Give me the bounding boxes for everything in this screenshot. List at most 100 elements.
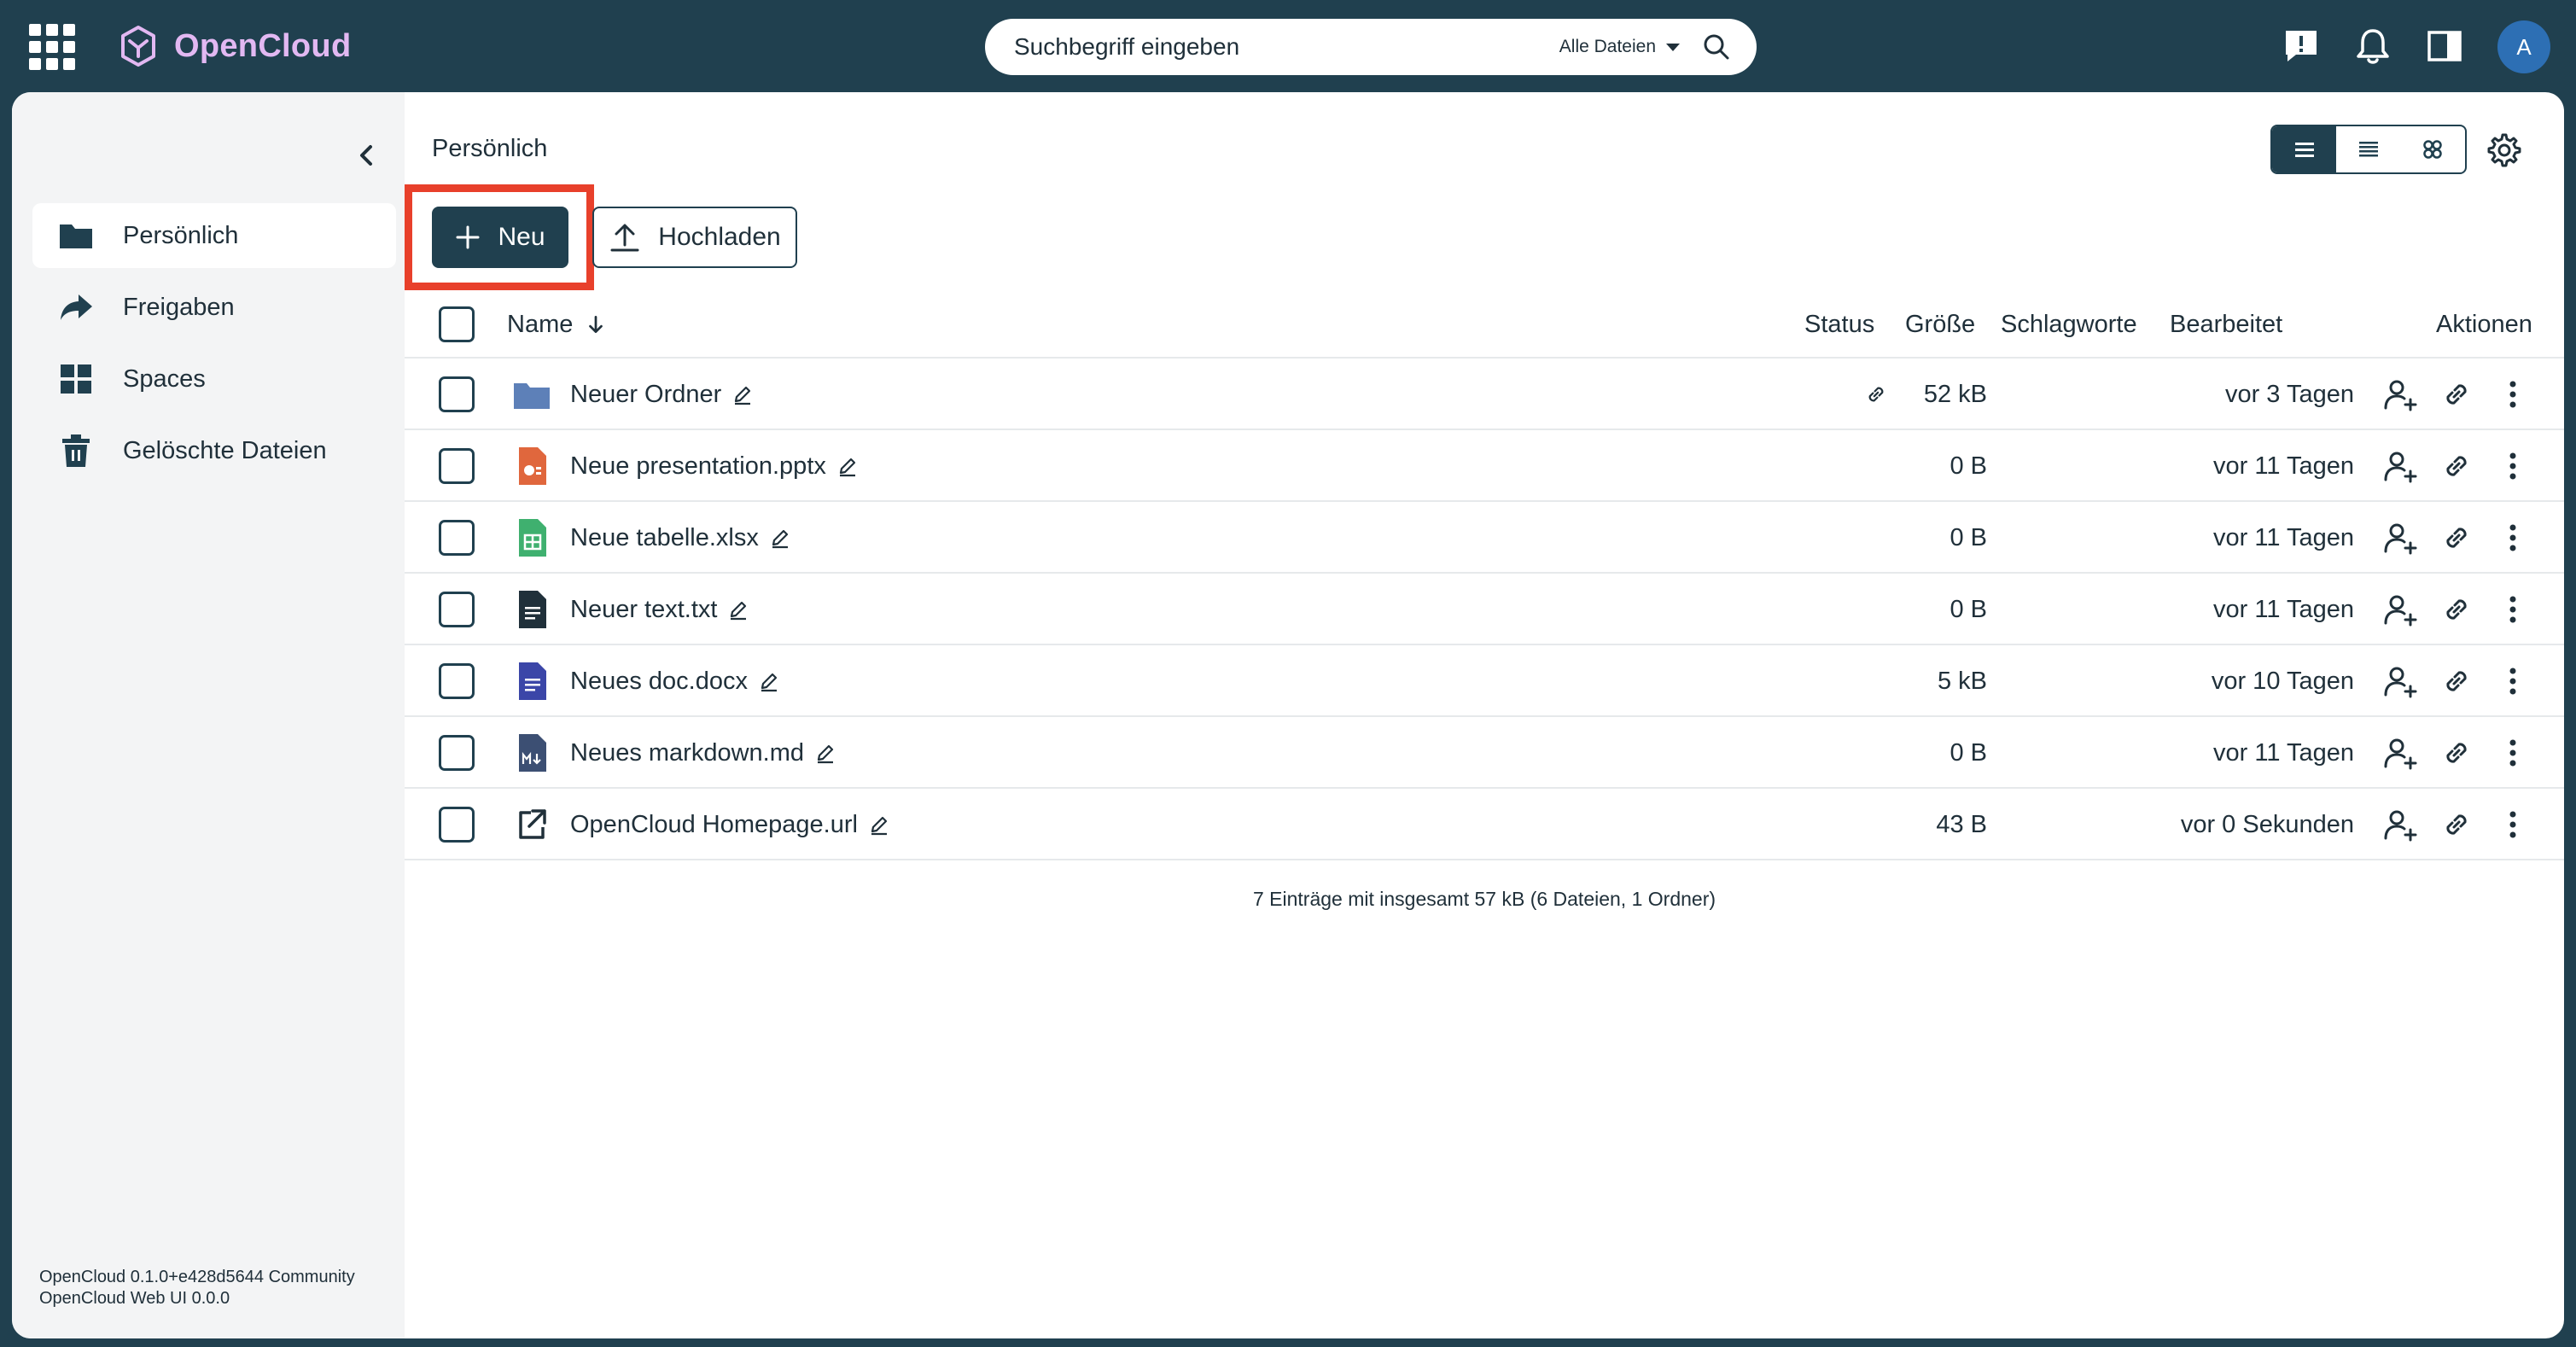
file-name-cell: Neue tabelle.xlsx [512,502,791,574]
column-label: Status [1804,310,1875,338]
row-select-cell [439,359,475,430]
rename-pencil-icon[interactable] [758,670,780,692]
copy-link-button[interactable] [2438,519,2475,557]
sidebar-item-spaces[interactable]: Spaces [32,347,396,411]
settings-gear-icon[interactable] [2486,131,2523,169]
column-size-header[interactable]: Größe [1905,290,1975,359]
more-actions-button[interactable] [2494,519,2532,557]
share-button[interactable] [2381,376,2419,413]
copy-link-button[interactable] [2438,376,2475,413]
file-size: 0 B [1949,523,1987,551]
copy-link-button[interactable] [2438,662,2475,700]
more-actions-button[interactable] [2494,734,2532,772]
search-scope-dropdown[interactable]: Alle Dateien [1559,37,1680,57]
more-actions-button[interactable] [2494,447,2532,485]
rename-pencil-icon[interactable] [814,742,836,764]
add-user-icon [2384,667,2417,698]
file-name[interactable]: Neue presentation.pptx [570,452,826,481]
column-actions-header: Aktionen [2436,290,2532,359]
column-status-header[interactable]: Status [1804,290,1874,359]
file-name[interactable]: OpenCloud Homepage.url [570,811,858,839]
rename-pencil-icon[interactable] [836,455,859,477]
copy-link-button[interactable] [2438,734,2475,772]
modified-cell: vor 3 Tagen [2163,359,2354,430]
copy-link-button[interactable] [2438,591,2475,628]
table-row[interactable]: Neue presentation.pptx 0 B vor 11 Tagen [405,430,2564,502]
rename-pencil-icon[interactable] [731,383,754,405]
more-actions-button[interactable] [2494,376,2532,413]
file-name[interactable]: Neues markdown.md [570,739,804,767]
condensed-list-icon [2358,142,2378,157]
search-bar: Alle Dateien [985,19,1757,75]
new-button[interactable]: Neu [432,207,568,268]
share-button[interactable] [2381,662,2419,700]
file-size: 43 B [1936,810,1987,838]
row-checkbox[interactable] [439,448,475,484]
row-checkbox[interactable] [439,735,475,771]
search-input[interactable] [1014,33,1559,61]
list-view-icon [2294,143,2314,157]
row-checkbox[interactable] [439,592,475,627]
share-button[interactable] [2381,519,2419,557]
rename-pencil-icon[interactable] [727,598,749,621]
more-actions-button[interactable] [2494,591,2532,628]
file-name[interactable]: Neues doc.docx [570,668,748,696]
sidebar-item-personal[interactable]: Persönlich [32,203,396,268]
table-row[interactable]: OpenCloud Homepage.url 43 B vor 0 Sekund… [405,789,2564,860]
rename-pencil-icon[interactable] [868,813,890,836]
view-condensed-button[interactable] [2336,126,2400,172]
column-tags-header[interactable]: Schlagworte [2001,290,2137,359]
view-list-button[interactable] [2272,126,2337,172]
upload-button[interactable]: Hochladen [592,207,797,268]
text-file-icon [519,591,546,628]
copy-link-button[interactable] [2438,806,2475,843]
version-info: OpenCloud 0.1.0+e428d5644 Community Open… [39,1267,355,1309]
size-cell: 0 B [1890,502,1987,574]
table-row[interactable]: Neuer Ordner 52 kB vor 3 Tagen [405,359,2564,430]
more-actions-button[interactable] [2494,806,2532,843]
user-avatar[interactable]: A [2497,20,2550,73]
status-link-indicator[interactable] [1862,381,1890,408]
file-name[interactable]: Neuer text.txt [570,596,717,624]
view-tiles-button[interactable] [2401,126,2465,172]
column-modified-header[interactable]: Bearbeitet [2170,290,2282,359]
xlsx-file-icon [519,519,546,557]
share-button[interactable] [2381,806,2419,843]
file-name[interactable]: Neue tabelle.xlsx [570,524,759,552]
brand-logo[interactable]: OpenCloud [116,20,351,72]
add-user-icon [2384,523,2417,555]
more-actions-button[interactable] [2494,662,2532,700]
share-button[interactable] [2381,734,2419,772]
share-button[interactable] [2381,591,2419,628]
app-switcher-icon[interactable] [29,24,75,70]
notifications-bell-icon[interactable] [2352,26,2393,67]
row-checkbox[interactable] [439,663,475,699]
breadcrumb[interactable]: Persönlich [432,135,547,163]
size-cell: 52 kB [1890,359,1987,430]
row-checkbox[interactable] [439,807,475,843]
file-name[interactable]: Neuer Ordner [570,381,721,409]
sort-arrow-down-icon [589,315,603,334]
rename-pencil-icon[interactable] [769,527,791,549]
sidebar-item-shares[interactable]: Freigaben [32,275,396,340]
share-button[interactable] [2381,447,2419,485]
column-name-header[interactable]: Name [507,290,607,359]
main-content: Persönlich Neu Hochladen Name Status Grö… [405,92,2564,1338]
table-row[interactable]: Neue tabelle.xlsx 0 B vor 11 Tagen [405,502,2564,574]
table-row[interactable]: Neues doc.docx 5 kB vor 10 Tagen [405,645,2564,717]
copy-link-button[interactable] [2438,447,2475,485]
more-options-icon [2509,381,2516,408]
collapse-sidebar-chevron-icon[interactable] [350,138,384,172]
row-checkbox[interactable] [439,520,475,556]
table-summary: 7 Einträge mit insgesamt 57 kB (6 Dateie… [1252,888,1716,910]
pptx-file-icon [519,447,546,485]
sidebar-panel-toggle-icon[interactable] [2424,26,2465,67]
size-cell: 43 B [1890,789,1987,860]
search-icon[interactable] [1702,32,1731,61]
row-checkbox[interactable] [439,376,475,412]
select-all-checkbox[interactable] [439,306,475,342]
table-row[interactable]: Neuer text.txt 0 B vor 11 Tagen [405,574,2564,645]
feedback-icon[interactable] [2281,26,2322,67]
sidebar-item-trash[interactable]: Gelöschte Dateien [32,418,396,483]
table-row[interactable]: Neues markdown.md 0 B vor 11 Tagen [405,717,2564,789]
